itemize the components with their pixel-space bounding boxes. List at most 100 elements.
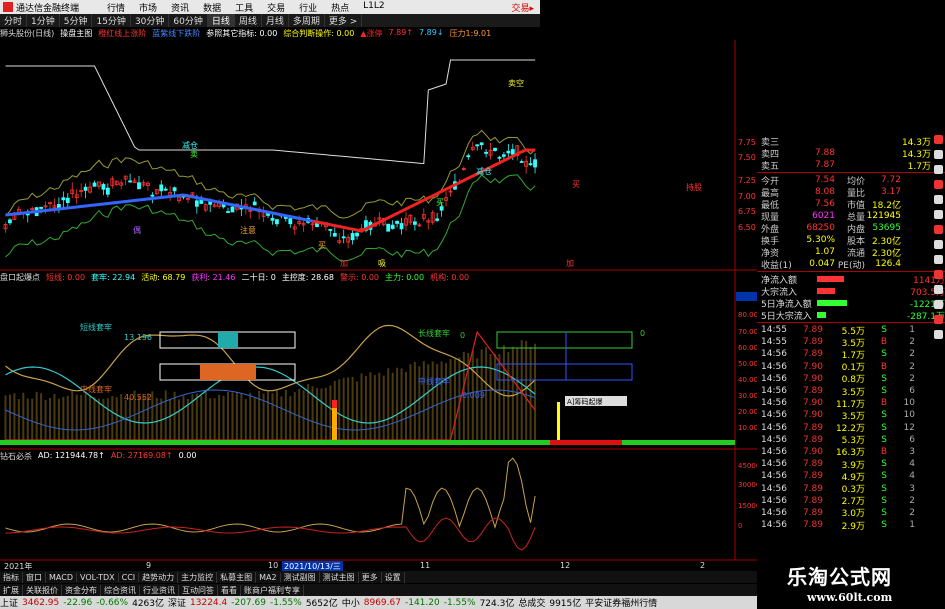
toolbar-icon[interactable] <box>934 270 943 279</box>
indicator-tab[interactable]: CCI <box>119 572 140 582</box>
tick-price: 7.90 <box>802 398 823 409</box>
stat-value: 3.17 <box>880 187 901 197</box>
info-tab[interactable]: 互动问答 <box>179 584 218 596</box>
tick-side: S <box>881 495 887 506</box>
chart-canvas[interactable]: 减仓卖注意买偶买卖空减仓买 持股加吸加7.757.507.257.006.756.… <box>0 0 757 571</box>
zx-index-amount: 724.3亿 <box>479 599 515 609</box>
toolbar-icon[interactable] <box>934 255 943 264</box>
candle-body <box>355 232 359 237</box>
sz-index-label[interactable]: 深证 <box>168 596 186 609</box>
stat-value: 0.047 <box>809 259 835 269</box>
flow-bar <box>817 312 826 318</box>
stat-value: 53695 <box>872 223 901 233</box>
indicator-tab[interactable]: 窗口 <box>23 571 46 583</box>
toolbar-icon[interactable] <box>934 195 943 204</box>
signal-label: 减仓 <box>182 140 198 150</box>
panel2-label: 长线套牢 <box>418 328 450 338</box>
toolbar-icon[interactable] <box>934 315 943 324</box>
tick-time: 14:56 <box>761 422 787 433</box>
tick-row: 14:56 7.89 3.5万 S 6 <box>757 385 945 398</box>
candle-body <box>386 223 391 232</box>
indicator-tab[interactable]: VOL-TDX <box>77 572 119 582</box>
candle-body <box>399 223 404 230</box>
tick-side: S <box>881 434 887 445</box>
tick-count: 3 <box>909 446 915 457</box>
tick-volume: 3.5万 <box>841 387 865 398</box>
tick-time: 14:55 <box>761 325 787 336</box>
zx-index-label[interactable]: 中小 <box>342 596 360 609</box>
quote-panel: 卖三 14.3万 卖四 7.88 14.3万 卖五 7.87 1.7万 今开 7.54 均价 7.7… <box>757 135 945 560</box>
volume-axis-tick: 15000 <box>738 502 757 510</box>
indicator-axis-tick: 20.00 <box>738 408 757 416</box>
indicator-tab[interactable]: MA2 <box>256 572 281 582</box>
toolbar-icon[interactable] <box>934 165 943 174</box>
tick-count: 4 <box>909 459 915 470</box>
candle-body <box>65 197 70 203</box>
stat-value: 7.72 <box>880 175 901 185</box>
sz-index-pct: -1.55% <box>269 597 302 608</box>
toolbar-icon[interactable] <box>934 135 943 144</box>
toolbar-icon[interactable] <box>934 285 943 294</box>
tick-count: 1 <box>909 520 915 531</box>
tick-volume: 1.7万 <box>841 350 865 361</box>
trading-terminal-window: 通达信金融终端 行情 市场 资讯 数据 工具 交易 行业 热点 L1L2 交易▸ 分时 1分钟 5分… <box>0 0 945 609</box>
stat-row: 现量 6021 总量 121945 <box>757 210 945 223</box>
indicator-tab[interactable]: 更多 <box>359 571 382 583</box>
signal-bar <box>332 400 337 408</box>
info-tab[interactable]: 扩展 <box>0 584 23 596</box>
price-axis-tick: 7.25 <box>738 176 756 185</box>
indicator-tab[interactable]: 主力监控 <box>178 571 218 583</box>
candle-body <box>412 221 417 225</box>
indicator-tab[interactable]: MACD <box>46 572 77 582</box>
tick-price: 7.89 <box>802 337 823 348</box>
toolbar-icon[interactable] <box>934 180 943 189</box>
info-tab[interactable]: 看看 <box>218 584 241 596</box>
toolbar-icon[interactable] <box>934 330 943 339</box>
tick-side: S <box>881 325 887 336</box>
tick-row: 14:56 7.89 2.9万 S 1 <box>757 519 945 532</box>
indicator-tab[interactable]: 设置 <box>382 571 405 583</box>
panel2-label: 40.552 <box>124 393 152 402</box>
indicator-tab[interactable]: 指标 <box>0 571 23 583</box>
tick-list[interactable]: 14:55 7.89 5.5万 S 1 14:55 7.89 3.5万 B 2 14:56 7.89 1… <box>757 324 945 532</box>
total-turnover-value: 9915亿 <box>549 599 582 609</box>
info-tab[interactable]: 资金分布 <box>62 584 101 596</box>
tick-side: S <box>881 459 887 470</box>
zx-index-change: -141.20 <box>404 597 440 608</box>
tick-volume: 5.5万 <box>841 326 865 337</box>
toolbar-icon[interactable] <box>934 150 943 159</box>
tick-count: 10 <box>903 398 915 409</box>
info-tab[interactable]: 关联报价 <box>23 584 62 596</box>
candle-body <box>159 184 164 192</box>
toolbar-icon[interactable] <box>934 225 943 234</box>
sh-index-label[interactable]: 上证 <box>0 596 18 609</box>
baseline-bar <box>0 440 735 445</box>
legend-item: 活动: 68.79 <box>141 273 186 282</box>
tick-count: 10 <box>903 410 915 421</box>
tick-time: 14:56 <box>761 507 787 518</box>
tick-volume: 3.5万 <box>841 338 865 349</box>
legend-item: 主控度: 28.68 <box>281 273 334 282</box>
tick-volume: 0.8万 <box>841 375 865 386</box>
tick-volume: 4.9万 <box>841 472 865 483</box>
watermark-brand: 乐淘公式网 www.60lt.com <box>757 560 945 609</box>
indicator-tab[interactable]: 趋势动力 <box>139 571 179 583</box>
info-tabs: 扩展 关联报价 资金分布 综合资讯 行业资讯 互动问答 看看 账商户福利专享 <box>0 584 757 596</box>
toolbar-icon[interactable] <box>934 300 943 309</box>
indicator-tab[interactable]: 测试副图 <box>281 571 320 583</box>
stat-label: 收益(1) <box>761 260 792 271</box>
info-tab[interactable]: 综合资讯 <box>101 584 140 596</box>
info-tab[interactable]: 账商户福利专享 <box>241 584 304 596</box>
date-axis: 2021年 2021/10/13/三 9 10 11 12 2 <box>0 561 757 572</box>
info-tab[interactable]: 行业资讯 <box>140 584 179 596</box>
signal-label: 持股 <box>686 182 702 192</box>
indicator-tab[interactable]: 测试主图 <box>320 571 359 583</box>
tick-price: 7.89 <box>802 386 823 397</box>
toolbar-icon[interactable] <box>934 240 943 249</box>
legend-item: 钻石必杀 <box>0 452 32 461</box>
sh-index-amount: 4263亿 <box>132 599 164 609</box>
indicator-axis-tick: 60.00 <box>738 344 757 352</box>
stat-row: 换手 5.30% 股本 2.30亿 <box>757 234 945 247</box>
toolbar-icon[interactable] <box>934 210 943 219</box>
indicator-tab[interactable]: 私募主图 <box>217 571 257 583</box>
